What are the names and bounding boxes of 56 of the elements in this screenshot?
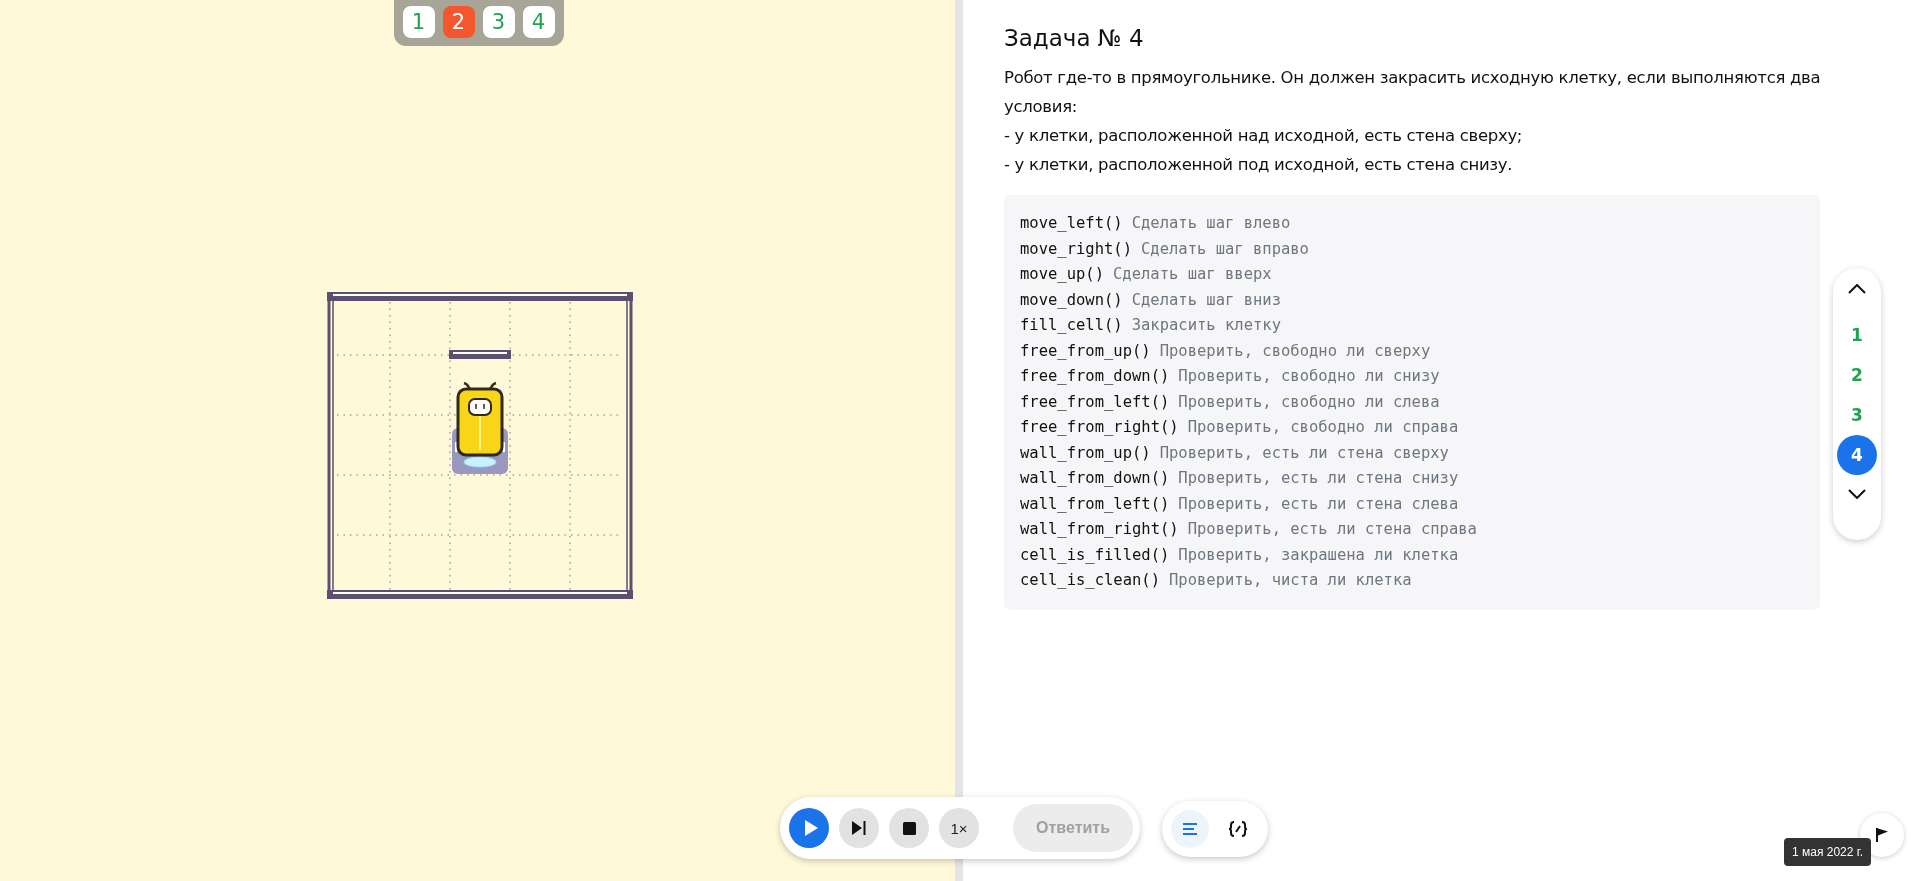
command-description: Проверить, есть ли стена слева bbox=[1178, 494, 1459, 515]
level-tab[interactable]: 2 bbox=[442, 6, 475, 38]
level-tab[interactable]: 4 bbox=[522, 6, 555, 38]
command-description: Сделать шаг вправо bbox=[1141, 239, 1309, 260]
command-name: wall_from_down() bbox=[1020, 469, 1170, 489]
command-name: free_from_down() bbox=[1020, 367, 1170, 387]
stop-button[interactable] bbox=[889, 808, 929, 848]
level-tab[interactable]: 3 bbox=[482, 6, 515, 38]
command-name: free_from_left() bbox=[1020, 392, 1170, 413]
command-description: Проверить, свободно ли слева bbox=[1178, 392, 1440, 413]
command-name: free_from_up() bbox=[1020, 341, 1151, 362]
command-description: Проверить, свободно ли сверху bbox=[1159, 341, 1431, 362]
task-number[interactable]: 2 bbox=[1837, 355, 1877, 395]
level-tab[interactable]: 1 bbox=[402, 6, 435, 38]
command-name: wall_from_up() bbox=[1020, 443, 1151, 464]
play-button[interactable] bbox=[789, 808, 829, 848]
task-number[interactable]: 4 bbox=[1837, 435, 1877, 475]
command-name: free_from_right() bbox=[1020, 418, 1179, 438]
play-icon bbox=[802, 819, 819, 837]
step-forward-icon bbox=[851, 820, 867, 836]
command-description: Проверить, закрашена ли клетка bbox=[1178, 545, 1459, 566]
command-description: Проверить, есть ли стена снизу bbox=[1178, 469, 1459, 489]
command-name: move_left() bbox=[1020, 214, 1123, 234]
command-description: Сделать шаг влево bbox=[1131, 214, 1291, 234]
chevron-up-icon[interactable] bbox=[1847, 282, 1867, 296]
command-name: cell_is_clean() bbox=[1020, 571, 1160, 591]
command-name: wall_from_left() bbox=[1020, 494, 1170, 515]
command-name: move_down() bbox=[1020, 290, 1123, 311]
stop-icon bbox=[902, 821, 916, 835]
text-view-button[interactable] bbox=[1171, 810, 1209, 848]
flag-icon bbox=[1875, 827, 1889, 843]
chevron-down-icon[interactable] bbox=[1847, 487, 1867, 501]
task-text: - у клетки, расположенной над исходной, есть стена сверху; bbox=[1004, 125, 1524, 147]
command-name: move_right() bbox=[1020, 239, 1132, 260]
command-description: Закрасить клетку bbox=[1131, 316, 1281, 336]
command-description: Проверить, чиста ли клетка bbox=[1169, 571, 1412, 591]
task-title: Задача № 4 bbox=[1004, 25, 1145, 51]
command-description: Проверить, свободно ли справа bbox=[1187, 418, 1459, 438]
step-button[interactable] bbox=[839, 808, 879, 848]
command-name: wall_from_right() bbox=[1020, 520, 1179, 540]
task-number[interactable]: 3 bbox=[1837, 395, 1877, 435]
text-lines-icon bbox=[1182, 822, 1198, 836]
date-tooltip: 1 мая 2022 г. bbox=[1784, 838, 1872, 866]
command-name: move_up() bbox=[1020, 265, 1104, 285]
command-description: Сделать шаг вверх bbox=[1113, 265, 1272, 285]
task-number[interactable]: 1 bbox=[1837, 315, 1877, 355]
command-description: Проверить, есть ли стена справа bbox=[1187, 520, 1477, 540]
command-name: fill_cell() bbox=[1020, 316, 1123, 336]
command-name: cell_is_filled() bbox=[1020, 545, 1170, 566]
command-description: Проверить, свободно ли снизу bbox=[1178, 367, 1440, 387]
speed-button[interactable]: 1× bbox=[939, 808, 979, 848]
task-text: - у клетки, расположенной под исходной, есть стена снизу. bbox=[1004, 154, 1514, 176]
command-description: Проверить, есть ли стена сверху bbox=[1159, 443, 1449, 464]
command-description: Сделать шаг вниз bbox=[1131, 290, 1281, 311]
task-text: Робот где-то в прямоугольнике. Он должен закрасить исходную клетку, если выполняются два условия: bbox=[1004, 67, 1822, 118]
code-braces-icon bbox=[1228, 821, 1248, 837]
